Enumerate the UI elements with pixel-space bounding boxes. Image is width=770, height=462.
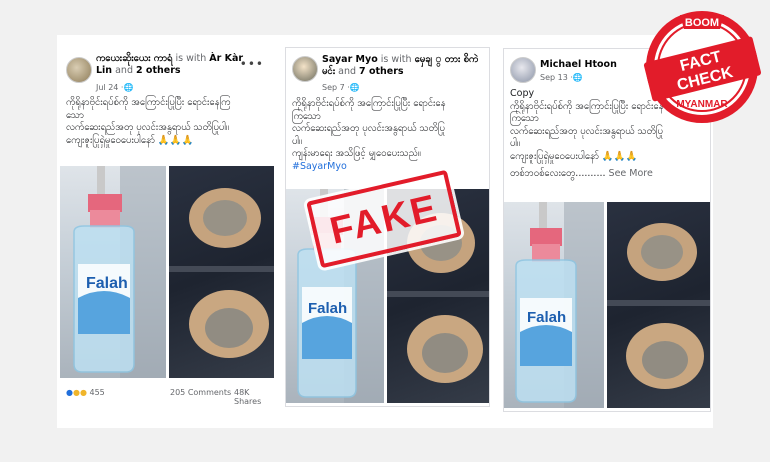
author-name[interactable]: Sayar Myo [322, 54, 378, 65]
others-link[interactable]: 7 others [359, 66, 404, 77]
tail-text: တစ်ဘဝစ်လေးတွေ.......... [510, 168, 606, 179]
post-date[interactable]: Sep 7 [322, 83, 345, 92]
avatar[interactable] [510, 57, 536, 83]
svg-text:Falah: Falah [308, 300, 347, 317]
globe-icon: ·🌐 [120, 83, 134, 92]
post-text-line: လက်ဆေးရည်အတု ပုလင်းအနွရာယ် သတိပြု [292, 123, 445, 134]
fact-check-seal: BOOM FACT CHECK MYANMAR [643, 11, 762, 123]
post-date[interactable]: Sep 13 [540, 73, 568, 82]
author-name[interactable]: ကယေးဆိုးယေး ကာရံ [96, 53, 172, 64]
bottle-illustration: Falah [73, 166, 166, 378]
post-text-line: လက်ဆေးရည်အတု ပုလင်းအနွရာယ် သတိပြု [510, 125, 663, 137]
bottle-illustration: Falah [515, 202, 604, 408]
tagged-name-2[interactable]: မင်း [322, 66, 335, 77]
post-stats: ●●● 455 205 Comments 48K Shares [66, 388, 271, 406]
svg-text:Falah: Falah [86, 275, 128, 292]
globe-icon: ·🌐 [347, 83, 360, 92]
tagged-name-2[interactable]: Lin [96, 65, 112, 76]
tagged-name[interactable]: မှေချ ္ တား စိကဲ [415, 54, 479, 65]
author-name[interactable]: Michael Htoon [540, 59, 617, 70]
with-text: is with [380, 54, 412, 65]
and-text: and [338, 66, 357, 77]
globe-icon: ·🌐 [570, 73, 583, 82]
like-reaction-icon: ● [66, 388, 73, 397]
svg-text:BOOM: BOOM [685, 17, 719, 29]
post-meta: Sep 13 ·🌐 [540, 73, 583, 82]
and-text: and [115, 65, 133, 76]
reaction-count[interactable]: 455 [90, 388, 105, 397]
post-text: ကိုရိုနာဗိုင်းရပ်စ်ကို အကြောင်းပြုပြီး ရ… [292, 98, 481, 173]
post-text-line: ကျန်းမာရေး အသိဖြင့် မျှဝေပေးသည်။ [292, 148, 421, 159]
tagged-name[interactable]: Àr Kàr [209, 53, 243, 64]
post-text-line: ကျေးဇူးပြုရှဲမှုဝေပေးပါနော် 🙏🙏🙏 [66, 134, 194, 146]
gel-hands-photo[interactable] [607, 202, 710, 408]
post-text-line: ကျေးဇူးပြုရှဲမှုဝေပေးပါနော် 🙏🙏🙏 [510, 150, 638, 162]
avatar[interactable] [292, 56, 318, 82]
post-text-line: တစ်ဘဝစ်လေးတွေ.......... See More [510, 168, 702, 181]
post-text-line: ကြသော [292, 110, 321, 122]
post-meta: Sep 7 ·🌐 [322, 83, 360, 92]
sanitizer-bottle-photo[interactable]: Falah [60, 166, 166, 378]
gel-hands-photo[interactable] [169, 166, 274, 378]
post-text-line: ကိုရိုနာဗိုင်းရပ်စ်ကို အကြောင်းပြုပြီး ရ… [66, 97, 231, 108]
hands-illustration [607, 223, 710, 389]
more-options-icon[interactable]: ••• [240, 57, 264, 71]
others-link[interactable]: 2 others [136, 65, 181, 76]
with-text: is with [175, 53, 207, 64]
post-date[interactable]: Jul 24 [96, 83, 118, 92]
post-text-line: ကိုရိုနာဗိုင်းရပ်စ်ကို အကြောင်းပြုပြီး ရ… [292, 98, 446, 109]
post-text-line: ပါ။ [510, 138, 520, 149]
post-header: Sayar Myo is with မှေချ ္ တား စိကဲ မင်း … [292, 54, 483, 92]
post-text: ကိုရိုနာဗိုင်းရပ်စ်ကို အကြောင်းပြုပြီး ရ… [66, 97, 266, 147]
post-images: Falah [504, 202, 710, 408]
comment-count[interactable]: 205 Comments [170, 388, 231, 397]
author-line: Sayar Myo is with မှေချ ္ တား စိကဲ မင်း … [322, 54, 483, 78]
wow-reaction-icon: ● [79, 388, 87, 397]
post-text-line: သော [66, 109, 84, 121]
author-line: ကယေးဆိုးယေး ကာရံ is with Àr Kàr Lin and … [96, 53, 252, 77]
hands-illustration [169, 188, 274, 358]
facebook-post-1: ကယေးဆိုးယေး ကာရံ is with Àr Kàr Lin and … [60, 49, 274, 409]
boom-fact-check-badge: BOOM FACT CHECK MYANMAR [640, 3, 764, 127]
post-images: Falah [60, 166, 274, 378]
see-more-link[interactable]: See More [609, 168, 653, 179]
post-text-line: လက်ဆေးရည်အတု ပုလင်းအနွရာယ် သတိပြုပါ။ [66, 122, 229, 133]
svg-text:MYANMAR: MYANMAR [676, 99, 728, 110]
post-text-line: ပါ။ [292, 135, 302, 147]
fake-stamp-text: FAKE [326, 186, 443, 253]
hashtag-link[interactable]: #SayarMyo [292, 161, 481, 174]
sanitizer-bottle-photo[interactable]: Falah [504, 202, 604, 408]
avatar[interactable] [66, 57, 92, 83]
sad-reaction-icon: ● [72, 388, 80, 397]
svg-text:Falah: Falah [527, 309, 566, 326]
post-header: ကယေးဆိုးယေး ကာရံ is with Àr Kàr Lin and … [66, 53, 268, 92]
post-meta: Jul 24 ·🌐 [96, 83, 133, 92]
share-count[interactable]: 48K Shares [234, 388, 271, 406]
